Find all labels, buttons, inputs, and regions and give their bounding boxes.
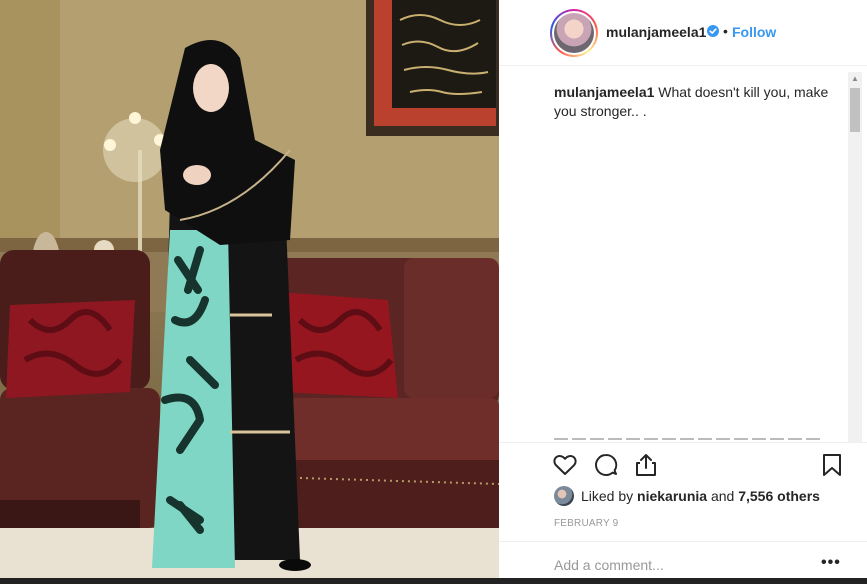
share-icon[interactable] (633, 452, 659, 478)
liker-avatar[interactable] (554, 486, 574, 506)
avatar (554, 13, 594, 53)
post-actions (499, 442, 867, 486)
likes-text: Liked by niekarunia and 7,556 others (581, 488, 820, 504)
clipped-comment (554, 434, 824, 440)
avatar-frame (552, 11, 596, 55)
separator-dot: • (723, 23, 728, 39)
post-caption: mulanjameela1 What doesn't kill you, mak… (554, 83, 846, 121)
more-options-icon[interactable]: ••• (821, 554, 841, 572)
comment-bubble-icon[interactable] (593, 452, 619, 478)
username-link[interactable]: mulanjameela1 (606, 24, 706, 40)
liked-by-and: and (707, 488, 739, 504)
comment-input[interactable]: Add a comment... (554, 557, 664, 573)
comments-scrollbar[interactable]: ▲ (848, 72, 862, 442)
verified-badge-icon (707, 25, 719, 37)
window-bottom-edge (0, 578, 867, 584)
post-photo[interactable] (0, 0, 499, 584)
likes-count-link[interactable]: 7,556 others (738, 488, 820, 504)
comments-area[interactable]: mulanjameela1 What doesn't kill you, mak… (499, 66, 867, 442)
scroll-thumb[interactable] (850, 88, 860, 132)
caption-username-link[interactable]: mulanjameela1 (554, 84, 654, 100)
post-date[interactable]: FEBRUARY 9 (554, 518, 618, 529)
scroll-up-arrow-icon[interactable]: ▲ (848, 72, 862, 86)
story-ring[interactable] (550, 9, 598, 57)
follow-button[interactable]: Follow (732, 24, 776, 40)
liked-by-label: Liked by (581, 488, 638, 504)
post-sidebar: mulanjameela1 • Follow mulanjameela1 Wha… (499, 0, 867, 584)
liked-by-user-link[interactable]: niekarunia (637, 488, 707, 504)
likes-summary: Liked by niekarunia and 7,556 others (554, 484, 820, 508)
post-photo-illustration (0, 0, 499, 584)
heart-icon[interactable] (552, 452, 578, 478)
bookmark-icon[interactable] (819, 452, 845, 478)
post-header: mulanjameela1 • Follow (499, 0, 867, 66)
